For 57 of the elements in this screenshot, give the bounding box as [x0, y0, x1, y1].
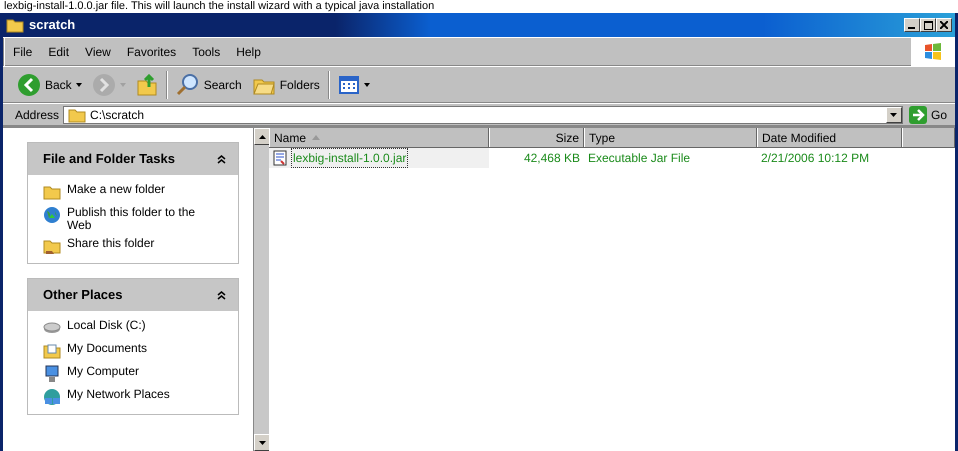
- search-button[interactable]: Search: [174, 70, 244, 98]
- task-link[interactable]: Make a new folder: [43, 183, 230, 201]
- menu-item[interactable]: View: [77, 40, 119, 62]
- file-type: Executable Jar File: [588, 150, 690, 167]
- maximize-button[interactable]: [920, 18, 936, 32]
- scrollbar[interactable]: [253, 128, 269, 451]
- column-header[interactable]: Date Modified: [757, 128, 902, 147]
- address-label: Address: [15, 106, 60, 124]
- close-button[interactable]: [936, 18, 952, 32]
- jar-file-icon: [273, 150, 287, 166]
- task-link[interactable]: Share this folder: [43, 237, 230, 255]
- task-link[interactable]: My Documents: [43, 342, 230, 360]
- computer-icon: [43, 365, 61, 383]
- task-link[interactable]: Publish this folder to the Web: [43, 206, 230, 232]
- dropdown-arrow-icon: [890, 112, 898, 116]
- collapse-chevrons-icon: [217, 155, 226, 164]
- caption-text: lexbig-install-1.0.0.jar file. This will launch the install wizard with a typical java installation: [4, 0, 434, 13]
- panel-title: Other Places: [43, 286, 122, 304]
- task-link[interactable]: My Network Places: [43, 388, 230, 406]
- go-arrow-icon: [908, 106, 927, 124]
- scroll-down-icon: [258, 440, 266, 444]
- file-name[interactable]: lexbig-install-1.0.0.jar: [291, 148, 408, 168]
- file-size: 42,468 KB: [524, 150, 580, 167]
- column-header[interactable]: Type: [584, 128, 757, 147]
- go-button[interactable]: Go: [906, 104, 955, 126]
- folder-icon: [6, 17, 24, 33]
- task-link[interactable]: My Computer: [43, 365, 230, 383]
- folder-icon: [68, 106, 86, 122]
- dropdown-button[interactable]: [886, 106, 902, 122]
- column-header[interactable]: Name: [269, 128, 489, 147]
- maximize-icon: [924, 20, 932, 30]
- panel-title: File and Folder Tasks: [43, 150, 175, 168]
- minimize-button[interactable]: [904, 18, 920, 32]
- address-field[interactable]: C:\scratch: [63, 106, 903, 124]
- menu-item[interactable]: Edit: [40, 40, 78, 62]
- menu-item[interactable]: Help: [228, 40, 269, 62]
- back-button[interactable]: Back: [15, 70, 84, 98]
- dropdown-arrow-icon: [76, 82, 82, 86]
- menu-item[interactable]: File: [5, 40, 40, 62]
- collapse-chevrons-icon: [217, 291, 226, 300]
- window-title: scratch: [29, 16, 76, 34]
- windows-flag-icon: [923, 42, 943, 62]
- documents-icon: [43, 342, 61, 360]
- menu-item[interactable]: Favorites: [118, 40, 184, 62]
- folder-up-icon: [136, 72, 158, 96]
- folders-button[interactable]: Folders: [250, 72, 322, 98]
- dropdown-arrow-icon: [364, 82, 370, 86]
- views-icon: [338, 74, 360, 96]
- menu-item[interactable]: Tools: [184, 40, 228, 62]
- date-modified: 2/21/2006 10:12 PM: [761, 150, 870, 167]
- globe-icon: [43, 206, 61, 224]
- close-icon: [940, 21, 948, 29]
- scroll-up-icon: [258, 134, 266, 138]
- task-link[interactable]: Local Disk (C:): [43, 319, 230, 337]
- network-icon: [43, 388, 61, 406]
- column-header[interactable]: Size: [489, 128, 584, 147]
- search-icon: [176, 72, 200, 96]
